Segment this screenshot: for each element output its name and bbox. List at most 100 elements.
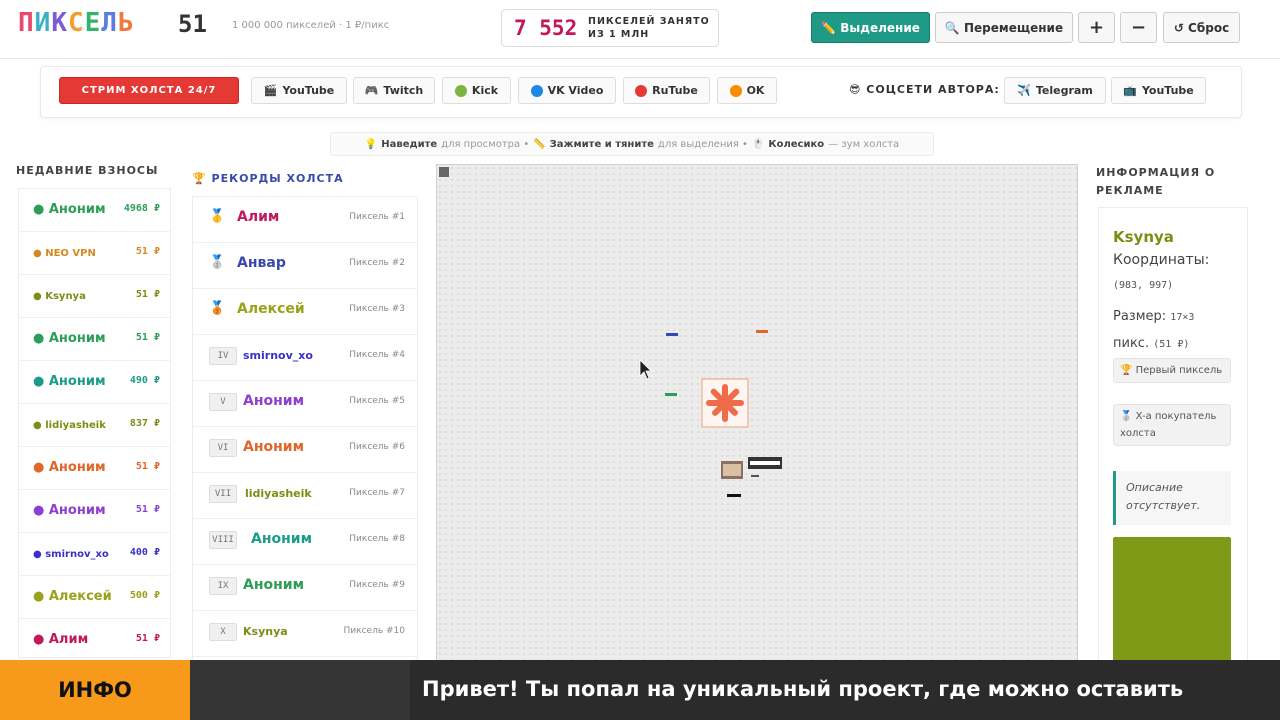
record-row[interactable]: VI Аноним Пиксель #6 — [193, 427, 417, 473]
ad-info-card: Ksynya Координаты: (983, 997) Размер: 17… — [1098, 207, 1248, 677]
bullet-icon: ● — [33, 374, 49, 389]
platform-label: Twitch — [383, 84, 424, 97]
list-item[interactable]: ● Аноним 51 ₽ — [19, 318, 170, 361]
hint-drag-rest: для выделения • — [657, 138, 748, 150]
record-tag: Пиксель #2 — [349, 258, 405, 268]
records-title-text: РЕКОРДЫ ХОЛСТА — [211, 172, 344, 185]
donation-amount: 837 ₽ — [129, 418, 160, 429]
record-row[interactable]: IX Аноним Пиксель #9 — [193, 565, 417, 611]
plane-icon: ✈️ — [1017, 84, 1031, 97]
reset-label: Сброс — [1188, 20, 1230, 35]
twitch-button[interactable]: 🎮 Twitch — [353, 77, 435, 104]
pixel-canvas[interactable] — [436, 164, 1078, 664]
buyer-badge: 🥈 X-а покупатель холста — [1113, 404, 1231, 446]
ok-button[interactable]: OK — [717, 77, 777, 104]
tv-icon: 📺 — [1123, 84, 1137, 97]
platform-label: Kick — [471, 84, 499, 97]
logo-letter: П — [18, 8, 35, 38]
pixel-block — [756, 330, 768, 333]
hint-wheel-rest: — зум холста — [828, 138, 900, 150]
move-mode-button[interactable]: 🔍 Перемещение — [935, 12, 1073, 43]
bronze-medal-icon: 🥉 — [209, 301, 226, 316]
logo-letter: И — [34, 8, 52, 38]
counter-label: ПИКСЕЛЕЙ ЗАНЯТО ИЗ 1 МЛН — [588, 16, 710, 40]
zoom-out-button[interactable]: − — [1120, 12, 1157, 43]
ad-description: Описание отсутствует. — [1113, 471, 1231, 525]
donation-amount: 51 ₽ — [135, 289, 160, 300]
donation-amount: 51 ₽ — [135, 633, 160, 644]
bullet-icon: ● — [33, 291, 46, 302]
list-item[interactable]: ● Аноним 51 ₽ — [19, 490, 170, 533]
record-name: Алим — [237, 209, 280, 225]
record-rank: IX — [209, 577, 237, 595]
record-row[interactable]: 🥉 Алексей Пиксель #3 — [193, 289, 417, 335]
list-item[interactable]: ● lidiyasheik 837 ₽ — [19, 404, 170, 447]
bullet-icon: ● — [33, 460, 49, 475]
records-title: 🏆 РЕКОРДЫ ХОЛСТА — [192, 172, 344, 185]
donor-name: Аноним — [48, 503, 106, 518]
list-item[interactable]: ● Ksynya 51 ₽ — [19, 275, 170, 318]
select-mode-button[interactable]: ✏️ Выделение — [811, 12, 930, 43]
record-name: Ksynya — [243, 625, 288, 638]
platform-label: YouTube — [282, 84, 335, 97]
vk-video-button[interactable]: VK Video — [518, 77, 616, 104]
platform-label: RuTube — [652, 84, 698, 97]
canvas-pixels — [639, 330, 782, 497]
donor-name: Аноним — [48, 202, 106, 217]
record-tag: Пиксель #4 — [349, 350, 405, 360]
author-socials-label: 😎 СОЦСЕТИ АВТОРА: — [849, 83, 1000, 96]
list-item[interactable]: ● Аноним 4968 ₽ — [19, 189, 170, 232]
record-rank: VI — [209, 439, 237, 457]
hint-hover-rest: для просмотра • — [441, 138, 530, 150]
list-item[interactable]: ● Аноним 51 ₽ — [19, 447, 170, 490]
list-item[interactable]: ● Алексей 500 ₽ — [19, 576, 170, 619]
stream-button[interactable]: СТРИМ ХОЛСТА 24/7 — [59, 77, 239, 104]
record-row[interactable]: 🥇 Алим Пиксель #1 — [193, 197, 417, 243]
record-rank: V — [209, 393, 237, 411]
donor-name: Аноним — [48, 331, 106, 346]
zoom-in-button[interactable]: + — [1078, 12, 1115, 43]
reset-button[interactable]: ↺ Сброс — [1163, 12, 1240, 43]
kick-button[interactable]: Kick — [442, 77, 511, 104]
ad-size-unit: пикс. — [1113, 336, 1150, 351]
record-name: Алексей — [237, 301, 305, 317]
record-row[interactable]: 🥈 Анвар Пиксель #2 — [193, 243, 417, 289]
pencil-icon: ✏️ — [821, 20, 841, 35]
hint-hover: Наведите — [381, 138, 438, 150]
record-rank: VIII — [209, 531, 237, 549]
hint-drag: Зажмите и тяните — [549, 138, 654, 150]
list-item[interactable]: ● smirnov_xo 400 ₽ — [19, 533, 170, 576]
logo-letter: Е — [84, 8, 102, 38]
pixel-block — [665, 393, 677, 396]
author-link-label: Telegram — [1035, 84, 1093, 97]
mouse-icon: 🖱️ — [751, 138, 765, 150]
record-row[interactable]: VIII Аноним Пиксель #8 — [193, 519, 417, 565]
record-row[interactable]: VII lidiyasheik Пиксель #7 — [193, 473, 417, 519]
social-bar: СТРИМ ХОЛСТА 24/7 🎬 YouTube 🎮 Twitch Kick … — [40, 66, 1242, 118]
donation-amount: 500 ₽ — [129, 590, 160, 601]
record-name: Аноним — [243, 439, 305, 455]
record-row[interactable]: IV smirnov_xo Пиксель #4 — [193, 335, 417, 381]
donor-name: lidiyasheik — [45, 420, 106, 431]
telegram-button[interactable]: ✈️ Telegram — [1004, 77, 1106, 104]
logo[interactable]: ПИКСЕЛЬ — [18, 8, 135, 38]
list-item[interactable]: ● NEO VPN 51 ₽ — [19, 232, 170, 275]
pixel-block — [751, 475, 759, 477]
rutube-button[interactable]: RuTube — [623, 77, 710, 104]
ticker-background — [190, 660, 410, 720]
info-ticker: Привет! Ты попал на уникальный проект, г… — [0, 660, 1280, 720]
list-item[interactable]: ● Аноним 490 ₽ — [19, 361, 170, 404]
record-row[interactable]: X Ksynya Пиксель #10 — [193, 611, 417, 657]
record-row[interactable]: V Аноним Пиксель #5 — [193, 381, 417, 427]
ad-size-label: Размер: — [1113, 309, 1167, 324]
youtube-button[interactable]: 🎬 YouTube — [251, 77, 347, 104]
ad-info-title: ИНФОРМАЦИЯ О РЕКЛАМЕ — [1096, 166, 1216, 197]
bullet-icon: ● — [33, 202, 49, 217]
author-youtube-button[interactable]: 📺 YouTube — [1111, 77, 1206, 104]
donation-amount: 51 ₽ — [135, 246, 160, 257]
gamepad-icon: 🎮 — [364, 84, 379, 97]
list-item[interactable]: ● Алим 51 ₽ — [19, 619, 170, 662]
logo-subtitle: 1 000 000 пикселей · 1 ₽/пикс — [232, 20, 390, 31]
donor-name: Алим — [48, 632, 89, 647]
ad-size: Размер: 17×3 пикс. (51 ₽) — [1113, 304, 1243, 358]
